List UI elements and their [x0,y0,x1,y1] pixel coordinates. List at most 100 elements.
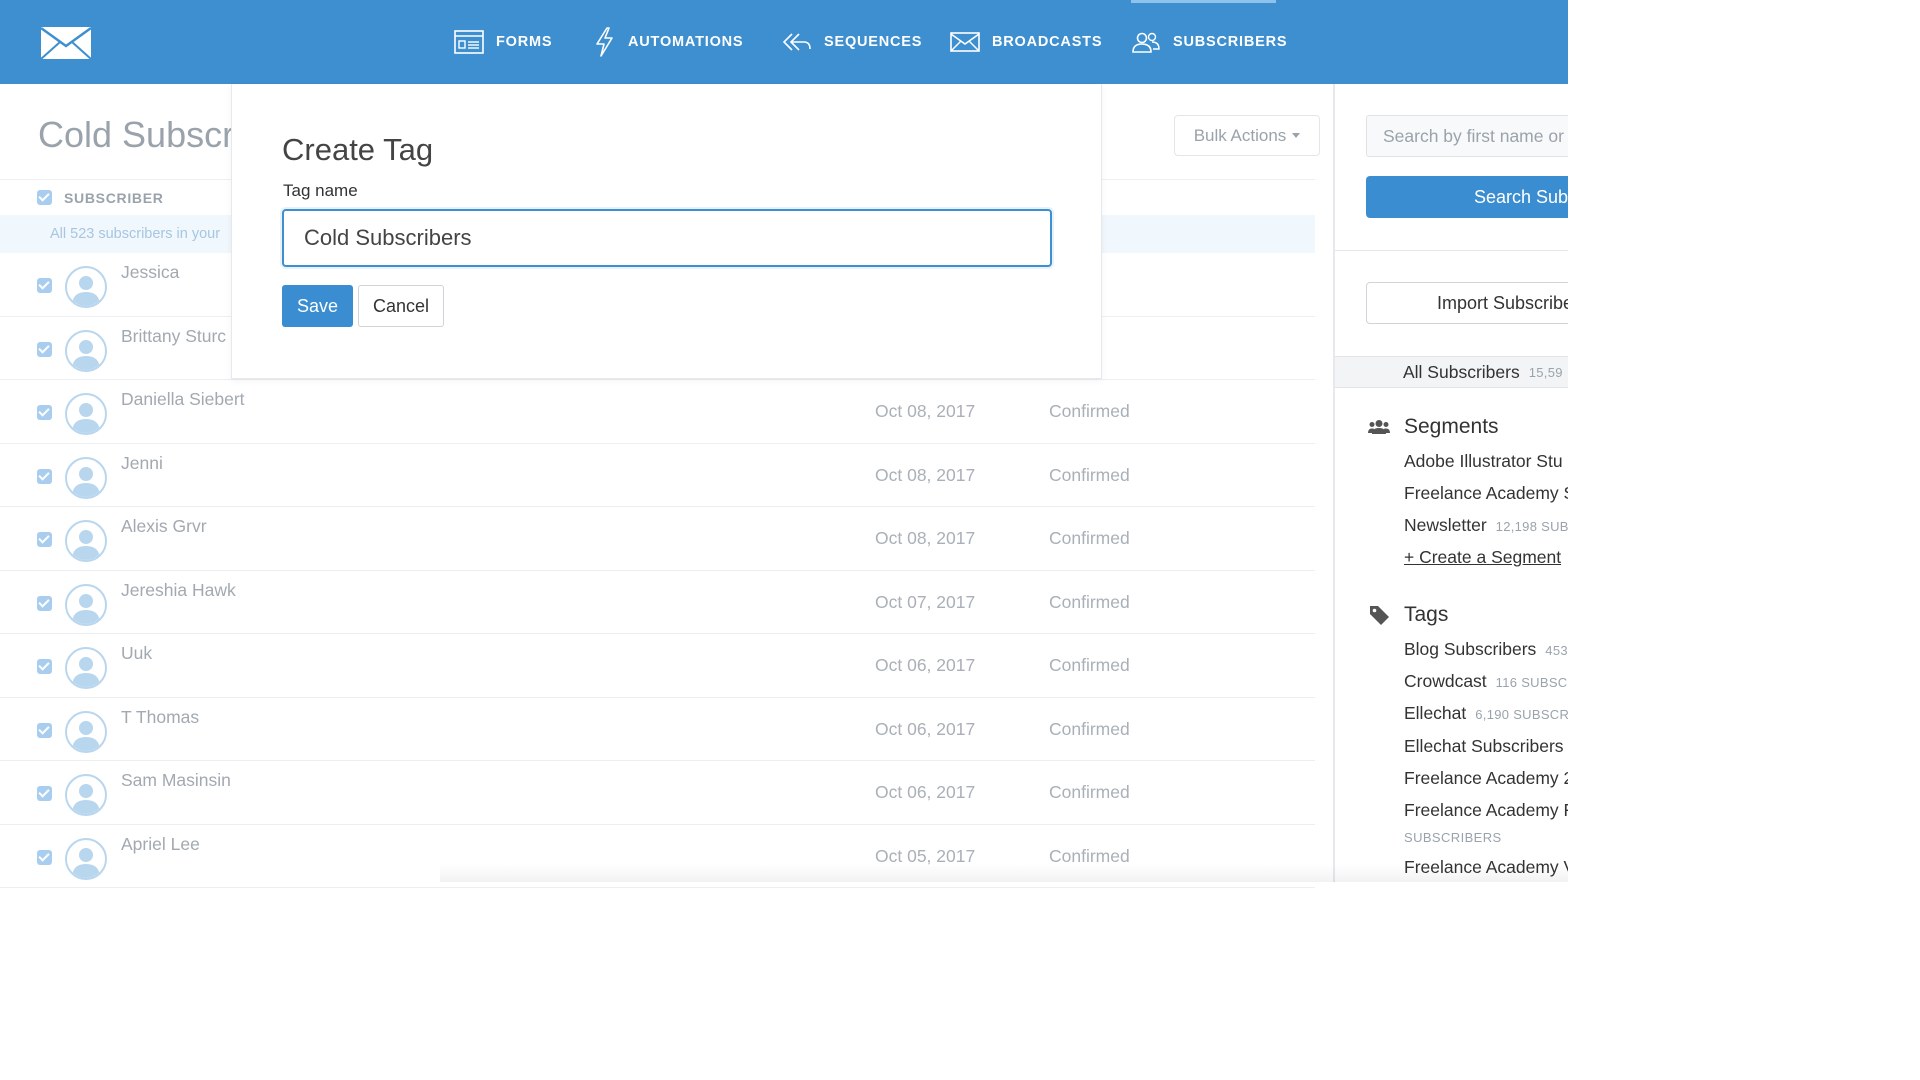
avatar [65,710,107,753]
table-row[interactable]: Jenni Oct 08, 2017 Confirmed [0,444,1315,507]
subscriber-status: Confirmed [1049,718,1130,739]
nav-automations-label: AUTOMATIONS [628,34,744,50]
logo-envelope-icon[interactable] [40,26,92,60]
search-input[interactable]: Search by first name or [1366,115,1568,157]
subscriber-status: Confirmed [1049,655,1130,675]
modal-title: Create Tag [282,132,434,167]
row-checkbox[interactable] [37,532,52,547]
tag-item[interactable]: Blog Subscribers 453 [1404,639,1568,660]
nav-forms-label: FORMS [496,34,553,50]
table-row[interactable]: Uuk Oct 06, 2017 Confirmed [0,634,1315,698]
segment-label: Freelance Academy S [1404,483,1568,503]
create-tag-modal: Create Tag Tag name Save Cancel [231,84,1102,379]
tag-name-label: Tag name [283,181,358,200]
avatar [65,393,107,435]
subscribed-date: Oct 06, 2017 [875,655,976,675]
table-row[interactable]: Jereshia Hawk Oct 07, 2017 Confirmed [0,571,1315,634]
all-subscribers-item[interactable]: All Subscribers 15,59 [1335,356,1568,388]
nav-subscribers[interactable]: SUBSCRIBERS [1131,0,1287,84]
search-subscribers-button[interactable]: Search Subs [1366,176,1568,218]
avatar [65,647,107,689]
tag-item[interactable]: Ellechat 6,190 SUBSCR [1404,703,1568,724]
row-checkbox[interactable] [37,341,52,357]
nav-sequences[interactable]: SEQUENCES [782,0,922,84]
tag-label: Blog Subscribers [1404,639,1537,659]
create-segment-link[interactable]: + Create a Segment [1404,547,1561,568]
tag-label: Ellechat [1404,703,1467,723]
avatar [65,774,107,816]
segments-heading-label: Segments [1404,415,1499,438]
subscriber-name[interactable]: Daniella Siebert [121,389,245,410]
save-button[interactable]: Save [282,285,353,327]
row-checkbox[interactable] [37,659,52,674]
row-checkbox[interactable] [37,405,52,420]
row-checkbox[interactable] [37,278,52,293]
import-subscribers-button[interactable]: Import Subscribe [1366,282,1568,324]
subscriber-name[interactable]: Brittany Sturc [121,326,226,347]
subscriber-status: Confirmed [1049,528,1130,548]
nav-sequences-label: SEQUENCES [824,34,923,50]
avatar [65,583,107,626]
tag-item[interactable]: Crowdcast 116 SUBSC [1404,671,1568,692]
subscriber-name[interactable]: Alexis Grvr [121,516,207,537]
nav-forms[interactable]: FORMS [454,0,552,84]
tag-label: Ellechat Subscribers [1404,736,1564,756]
table-row[interactable]: Daniella Siebert Oct 08, 2017 Confirmed [0,380,1315,444]
bulk-actions-button[interactable]: Bulk Actions [1174,115,1320,156]
subscribed-date: Oct 06, 2017 [875,718,976,739]
all-subscribers-count: 15,59 [1528,364,1563,380]
nav-broadcasts[interactable]: BROADCASTS [950,0,1102,84]
nav-automations[interactable]: AUTOMATIONS [594,0,743,84]
subscriber-name[interactable]: Apriel Lee [121,834,200,855]
subscriber-name[interactable]: Uuk [121,643,152,664]
avatar [65,837,107,880]
segment-item[interactable]: Newsletter 12,198 SUB [1404,515,1568,536]
tag-item[interactable]: Freelance Academy F [1404,800,1568,821]
segment-item[interactable]: Freelance Academy S [1404,483,1568,504]
subscribed-date: Oct 08, 2017 [875,528,976,548]
table-row[interactable]: T Thomas Oct 06, 2017 Confirmed [0,698,1315,761]
segments-heading: Segments [1368,415,1499,439]
tag-item[interactable]: Ellechat Subscribers [1404,736,1564,757]
row-checkbox[interactable] [37,468,52,484]
subscriber-name[interactable]: Jereshia Hawk [121,580,236,601]
nav-active-indicator [1131,0,1276,3]
table-row[interactable]: Alexis Grvr Oct 08, 2017 Confirmed [0,507,1315,571]
avatar [65,520,107,562]
subscriber-status: Confirmed [1049,464,1130,485]
bottom-shadow [440,864,1568,882]
subscriber-status: Confirmed [1049,782,1130,802]
avatar [65,266,107,308]
subscriber-name[interactable]: Sam Masinsin [121,770,231,791]
users-icon [1131,31,1161,53]
cancel-button[interactable]: Cancel [358,285,444,327]
tags-heading-label: Tags [1404,603,1449,626]
tag-item[interactable]: Freelance Academy 2 [1404,768,1568,789]
subscriber-name[interactable]: Jenni [121,453,163,474]
tag-count: 6,190 SUBSCR [1475,707,1568,722]
nav-broadcasts-label: BROADCASTS [992,34,1103,50]
all-subscribers-label: All Subscribers [1403,361,1520,382]
tag-subscribers-caption: SUBSCRIBERS [1404,830,1502,845]
row-checkbox[interactable] [37,722,52,738]
tag-count: 453 [1545,643,1568,658]
row-checkbox[interactable] [37,595,52,611]
caret-down-icon [1292,133,1301,138]
tag-count: 116 SUBSC [1495,675,1568,690]
avatar [65,329,107,372]
table-row[interactable]: Sam Masinsin Oct 06, 2017 Confirmed [0,761,1315,825]
segment-item[interactable]: Adobe Illustrator Stu [1404,451,1563,472]
sequences-icon [782,31,812,53]
subscriber-name[interactable]: Jessica [121,262,179,283]
select-all-checkbox[interactable] [37,190,52,205]
subscribed-date: Oct 07, 2017 [875,591,976,612]
row-checkbox[interactable] [37,786,52,801]
subscriber-name[interactable]: T Thomas [121,707,199,728]
divider [1335,250,1568,251]
segment-count: 12,198 SUB [1495,519,1568,534]
segment-label: Adobe Illustrator Stu [1404,451,1563,471]
subscriber-status: Confirmed [1049,401,1130,421]
tag-name-input[interactable] [282,209,1052,267]
forms-icon [454,29,484,55]
row-checkbox[interactable] [37,849,52,865]
